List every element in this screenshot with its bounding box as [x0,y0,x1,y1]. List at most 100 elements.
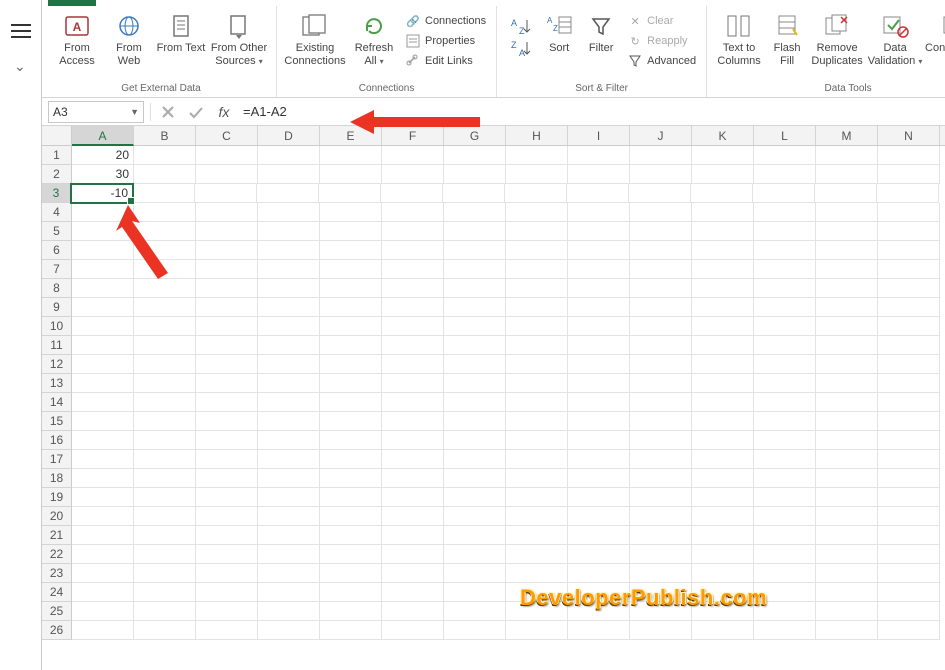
cell-M10[interactable] [816,317,878,336]
column-header-D[interactable]: D [258,126,320,145]
from-text-button[interactable]: From Text [156,8,206,68]
cell-C6[interactable] [196,241,258,260]
cell-A19[interactable] [72,488,134,507]
cell-D15[interactable] [258,412,320,431]
cell-D26[interactable] [258,621,320,640]
cell-A20[interactable] [72,507,134,526]
cell-H11[interactable] [506,336,568,355]
cell-J25[interactable] [630,602,692,621]
cell-G5[interactable] [444,222,506,241]
cell-I1[interactable] [568,146,630,165]
cell-K14[interactable] [692,393,754,412]
cell-I4[interactable] [568,203,630,222]
cell-L13[interactable] [754,374,816,393]
cell-C18[interactable] [196,469,258,488]
cell-B1[interactable] [134,146,196,165]
cell-M21[interactable] [816,526,878,545]
cell-D4[interactable] [258,203,320,222]
cell-L2[interactable] [754,165,816,184]
cell-L7[interactable] [754,260,816,279]
cell-L10[interactable] [754,317,816,336]
row-header-17[interactable]: 17 [42,450,72,469]
cell-A13[interactable] [72,374,134,393]
row-header-13[interactable]: 13 [42,374,72,393]
cell-E15[interactable] [320,412,382,431]
cell-C26[interactable] [196,621,258,640]
cell-L16[interactable] [754,431,816,450]
insert-function-button[interactable]: fx [213,101,235,123]
column-header-G[interactable]: G [444,126,506,145]
cell-F10[interactable] [382,317,444,336]
cell-M13[interactable] [816,374,878,393]
cell-K6[interactable] [692,241,754,260]
cell-M9[interactable] [816,298,878,317]
cell-G9[interactable] [444,298,506,317]
cell-C11[interactable] [196,336,258,355]
cell-E11[interactable] [320,336,382,355]
cell-D13[interactable] [258,374,320,393]
row-header-14[interactable]: 14 [42,393,72,412]
cell-H19[interactable] [506,488,568,507]
cell-G10[interactable] [444,317,506,336]
cell-B10[interactable] [134,317,196,336]
cell-K17[interactable] [692,450,754,469]
sort-az-button[interactable]: AZ ZA [503,8,537,62]
cell-M12[interactable] [816,355,878,374]
cell-M19[interactable] [816,488,878,507]
cell-B22[interactable] [134,545,196,564]
cell-F9[interactable] [382,298,444,317]
cell-D12[interactable] [258,355,320,374]
cell-B13[interactable] [134,374,196,393]
cell-F17[interactable] [382,450,444,469]
cell-A12[interactable] [72,355,134,374]
cell-D14[interactable] [258,393,320,412]
cell-H6[interactable] [506,241,568,260]
cell-E21[interactable] [320,526,382,545]
sort-button[interactable]: AZ Sort [539,8,579,68]
cell-I5[interactable] [568,222,630,241]
cell-I14[interactable] [568,393,630,412]
cell-K10[interactable] [692,317,754,336]
cell-E1[interactable] [320,146,382,165]
cell-E9[interactable] [320,298,382,317]
cell-C7[interactable] [196,260,258,279]
cell-M26[interactable] [816,621,878,640]
cell-C5[interactable] [196,222,258,241]
refresh-all-button[interactable]: Refresh All ▾ [349,8,399,68]
cell-E6[interactable] [320,241,382,260]
cell-I13[interactable] [568,374,630,393]
cell-J20[interactable] [630,507,692,526]
cell-F26[interactable] [382,621,444,640]
cell-E25[interactable] [320,602,382,621]
cell-H20[interactable] [506,507,568,526]
cell-B17[interactable] [134,450,196,469]
cell-L14[interactable] [754,393,816,412]
cell-N5[interactable] [878,222,940,241]
cell-D9[interactable] [258,298,320,317]
cell-B15[interactable] [134,412,196,431]
cell-M22[interactable] [816,545,878,564]
column-header-C[interactable]: C [196,126,258,145]
row-header-6[interactable]: 6 [42,241,72,260]
cell-I9[interactable] [568,298,630,317]
column-header-H[interactable]: H [506,126,568,145]
cell-F20[interactable] [382,507,444,526]
cell-M18[interactable] [816,469,878,488]
edit-links-button[interactable]: Edit Links [401,52,490,70]
cell-A18[interactable] [72,469,134,488]
cell-M17[interactable] [816,450,878,469]
cell-J23[interactable] [630,564,692,583]
row-header-1[interactable]: 1 [42,146,72,165]
cell-G20[interactable] [444,507,506,526]
cell-A15[interactable] [72,412,134,431]
cell-F25[interactable] [382,602,444,621]
cell-J14[interactable] [630,393,692,412]
cell-F21[interactable] [382,526,444,545]
cell-H26[interactable] [506,621,568,640]
cell-I19[interactable] [568,488,630,507]
cell-J5[interactable] [630,222,692,241]
row-header-16[interactable]: 16 [42,431,72,450]
cell-D20[interactable] [258,507,320,526]
cell-B16[interactable] [134,431,196,450]
cell-E18[interactable] [320,469,382,488]
